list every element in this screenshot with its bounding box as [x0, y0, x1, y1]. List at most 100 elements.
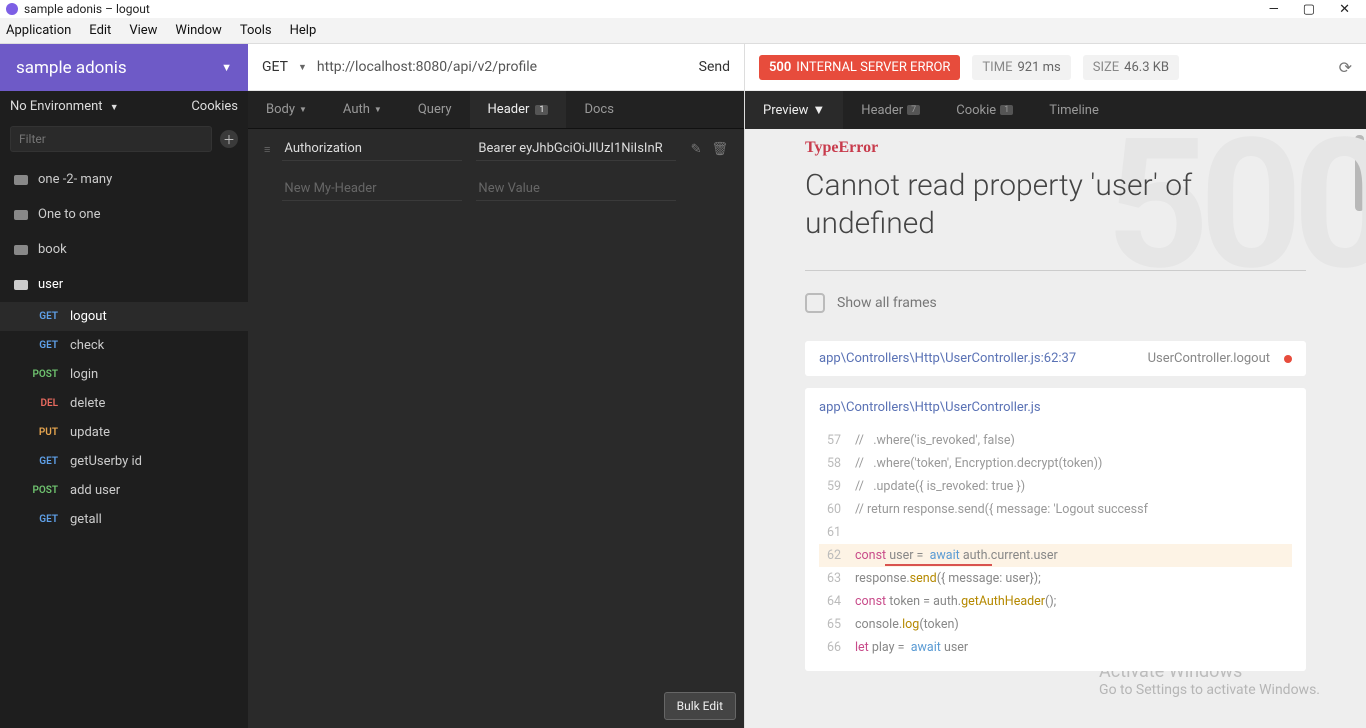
time-badge: TIME 921 ms [972, 55, 1070, 80]
tab-docs[interactable]: Docs [566, 91, 631, 128]
request-panel: GET ▼ Send Body ▼Auth ▼QueryHeader1Docs … [248, 44, 744, 728]
sidebar: sample adonis ▼ No Environment ▼ Cookies… [0, 44, 248, 728]
code-line: 66let play = await user [819, 636, 1292, 659]
code-panel: app\Controllers\Http\UserController.js 5… [805, 388, 1306, 671]
response-panel: 500 INTERNAL SERVER ERROR TIME 921 ms SI… [744, 44, 1366, 728]
drag-icon[interactable]: ≡ [264, 143, 268, 156]
menu-tools[interactable]: Tools [240, 23, 272, 38]
show-frames-checkbox[interactable]: Show all frames [805, 293, 1306, 313]
method-badge: GET [24, 340, 58, 351]
code-line: 65console.log(token) [819, 613, 1292, 636]
window-title: sample adonis – logout [24, 2, 150, 16]
method-badge: GET [24, 311, 58, 322]
tab-query[interactable]: Query [400, 91, 470, 128]
url-bar: GET ▼ Send [248, 44, 744, 91]
tab-cookie[interactable]: Cookie1 [938, 91, 1031, 129]
response-tabs: Preview ▼Header7Cookie1Timeline [745, 91, 1366, 129]
badge: 7 [907, 105, 920, 115]
folder-one--2--many[interactable]: one -2- many [0, 162, 248, 197]
response-bar: 500 INTERNAL SERVER ERROR TIME 921 ms SI… [745, 44, 1366, 91]
edit-icon[interactable]: ✎ [691, 142, 702, 157]
folder-user[interactable]: user [0, 267, 248, 302]
trace-location: UserController.logout [1148, 351, 1270, 366]
cookies-button[interactable]: Cookies [191, 99, 238, 114]
request-getUserby-id[interactable]: GETgetUserby id [0, 447, 248, 476]
method-badge: PUT [24, 427, 58, 438]
response-preview: 500 TypeError Cannot read property 'user… [745, 129, 1366, 728]
menu-window[interactable]: Window [175, 23, 221, 38]
header-value-input[interactable]: New Value [476, 177, 676, 201]
tab-header[interactable]: Header1 [470, 91, 567, 128]
menubar: Application Edit View Window Tools Help [0, 18, 1366, 44]
header-key[interactable]: Authorization [282, 137, 462, 161]
request-check[interactable]: GETcheck [0, 331, 248, 360]
header-key-input[interactable]: New My-Header [282, 177, 462, 201]
status-badge: 500 INTERNAL SERVER ERROR [759, 55, 960, 80]
badge: 1 [535, 105, 548, 115]
stack-frame[interactable]: app\Controllers\Http\UserController.js:6… [805, 341, 1306, 376]
delete-icon[interactable]: 🗑 [711, 142, 728, 157]
request-tabs: Body ▼Auth ▼QueryHeader1Docs [248, 91, 744, 129]
close-icon[interactable]: ✕ [1339, 2, 1350, 17]
code-line: 60// return response.send({ message: 'Lo… [819, 498, 1292, 521]
send-button[interactable]: Send [699, 59, 730, 75]
tab-timeline[interactable]: Timeline [1031, 91, 1117, 129]
request-add-user[interactable]: POSTadd user [0, 476, 248, 505]
method-badge: GET [24, 456, 58, 467]
tab-auth[interactable]: Auth ▼ [325, 91, 400, 128]
menu-application[interactable]: Application [6, 23, 71, 38]
chevron-down-icon: ▼ [299, 105, 307, 114]
error-type: TypeError [805, 129, 1306, 157]
folder-icon [14, 280, 28, 290]
folder-icon [14, 245, 28, 255]
code-line: 61 [819, 521, 1292, 544]
header-row[interactable]: ≡ Authorization Bearer eyJhbGciOiJIUzI1N… [264, 129, 728, 169]
menu-edit[interactable]: Edit [89, 23, 111, 38]
folder-One-to-one[interactable]: One to one [0, 197, 248, 232]
workspace-name: sample adonis [16, 58, 127, 78]
trace-path: app\Controllers\Http\UserController.js:6… [819, 351, 1076, 366]
size-badge: SIZE 46.3 KB [1083, 55, 1179, 80]
code-line: 64const token = auth.getAuthHeader(); [819, 590, 1292, 613]
method-badge: POST [24, 485, 58, 496]
chevron-down-icon: ▼ [374, 105, 382, 114]
environment-selector[interactable]: No Environment ▼ [10, 99, 119, 114]
header-row-empty[interactable]: ≡ New My-Header New Value [264, 169, 728, 209]
checkbox-icon[interactable] [805, 293, 825, 313]
add-request-button[interactable]: ＋ [220, 130, 238, 148]
minimize-icon[interactable]: — [1269, 2, 1279, 17]
folder-icon [14, 210, 28, 220]
header-value[interactable]: Bearer eyJhbGciOiJIUzI1NiIsInR [476, 137, 676, 161]
maximize-icon[interactable]: ▢ [1303, 2, 1315, 17]
method-badge: DEL [24, 398, 58, 409]
url-input[interactable] [317, 59, 689, 75]
request-getall[interactable]: GETgetall [0, 505, 248, 534]
tab-preview[interactable]: Preview ▼ [745, 91, 843, 129]
request-login[interactable]: POSTlogin [0, 360, 248, 389]
tab-header[interactable]: Header7 [843, 91, 938, 129]
tab-body[interactable]: Body ▼ [248, 91, 325, 128]
filter-input[interactable] [10, 126, 212, 152]
bulk-edit-button[interactable]: Bulk Edit [664, 692, 736, 720]
chevron-down-icon: ▼ [221, 61, 232, 74]
request-logout[interactable]: GETlogout [0, 302, 248, 331]
chevron-down-icon[interactable]: ▼ [298, 62, 307, 73]
error-dot-icon [1284, 355, 1292, 363]
code-file: app\Controllers\Http\UserController.js [819, 400, 1292, 415]
menu-help[interactable]: Help [290, 23, 317, 38]
code-line: 58// .where('token', Encryption.decrypt(… [819, 452, 1292, 475]
method-badge: GET [24, 514, 58, 525]
folder-icon [14, 175, 28, 185]
method-badge: POST [24, 369, 58, 380]
code-line: 62const user = await auth.current.user [819, 544, 1292, 567]
workspace-selector[interactable]: sample adonis ▼ [0, 44, 248, 91]
menu-view[interactable]: View [129, 23, 157, 38]
request-delete[interactable]: DELdelete [0, 389, 248, 418]
method-selector[interactable]: GET [262, 59, 288, 75]
badge: 1 [1000, 105, 1013, 115]
folder-book[interactable]: book [0, 232, 248, 267]
error-message: Cannot read property 'user' of undefined [805, 167, 1265, 242]
reload-icon[interactable]: ⟳ [1339, 58, 1352, 77]
request-update[interactable]: PUTupdate [0, 418, 248, 447]
code-line: 59// .update({ is_revoked: true }) [819, 475, 1292, 498]
